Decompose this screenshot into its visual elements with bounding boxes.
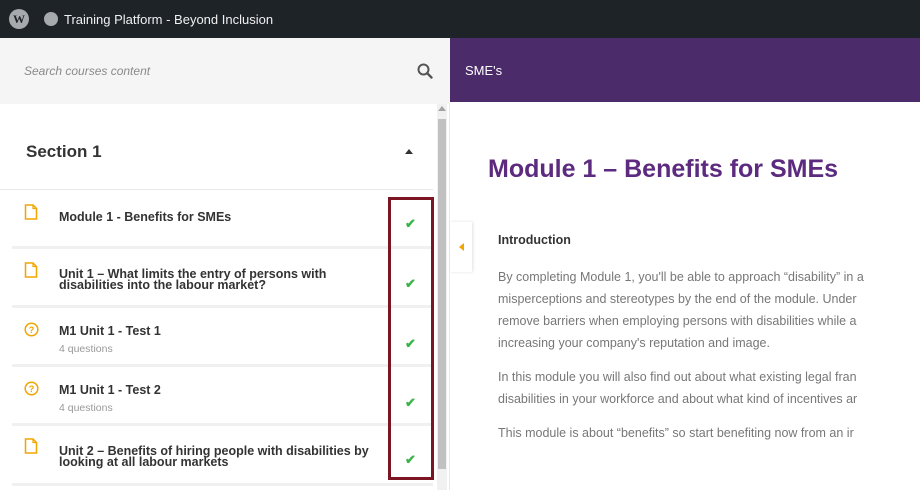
item-title-line2: disabilities into the labour market? [59, 278, 266, 292]
admin-bar: W Training Platform - Beyond Inclusion [0, 0, 920, 38]
course-title-bar: SME's [450, 38, 920, 102]
curriculum-list: Section 1 Module 1 - Benefits for SMEs ✔… [0, 104, 433, 490]
collapse-caret-icon[interactable] [405, 149, 413, 154]
course-name[interactable]: SME's [465, 63, 502, 78]
item-title-line2: looking at all labour markets [59, 455, 229, 469]
item-title: Module 1 - Benefits for SMEs [59, 210, 232, 224]
completion-highlight-box [388, 197, 434, 480]
lesson-title: Module 1 – Benefits for SMEs [488, 155, 839, 183]
paragraph-line: remove barriers when employing persons w… [498, 314, 857, 328]
question-count: 4 questions [59, 402, 113, 414]
lesson-content: Module 1 – Benefits for SMEs Introductio… [488, 102, 920, 490]
question-circle-icon: ? [24, 322, 39, 337]
lesson-item[interactable]: Unit 2 – Benefits of hiring people with … [12, 426, 433, 486]
paragraph-line: In this module you will also find out ab… [498, 370, 857, 384]
paragraph-3: This module is about “benefits” so start… [498, 422, 854, 444]
search-input[interactable] [24, 64, 384, 78]
paragraph-line: disabilities in your workforce and about… [498, 392, 858, 406]
document-icon [24, 262, 38, 278]
sidebar-scrollbar[interactable] [437, 104, 447, 490]
wordpress-icon: W [9, 9, 29, 29]
wordpress-logo-button[interactable]: W [0, 0, 38, 38]
item-title: M1 Unit 1 - Test 1 [59, 324, 161, 338]
caret-left-icon [458, 243, 464, 251]
paragraph-line: This module is about “benefits” so start… [498, 426, 854, 440]
search-bar [0, 38, 450, 104]
site-title-link[interactable]: Training Platform - Beyond Inclusion [64, 12, 273, 27]
section-title: Section 1 [26, 142, 102, 161]
scroll-up-arrow-icon[interactable] [438, 106, 446, 111]
scrollbar-thumb[interactable] [438, 119, 446, 469]
paragraph-line: increasing your company's reputation and… [498, 336, 770, 350]
document-icon [24, 438, 38, 454]
document-icon [24, 204, 38, 220]
paragraph-line: misperceptions and stereotypes by the en… [498, 292, 857, 306]
section-header[interactable]: Section 1 [0, 104, 433, 190]
course-sidebar: Section 1 Module 1 - Benefits for SMEs ✔… [0, 38, 450, 490]
paragraph-2: In this module you will also find out ab… [498, 366, 857, 410]
intro-heading: Introduction [498, 233, 571, 247]
site-icon [44, 12, 58, 26]
search-icon[interactable] [416, 62, 434, 80]
lesson-item[interactable]: Unit 1 – What limits the entry of person… [12, 249, 433, 308]
item-title: M1 Unit 1 - Test 2 [59, 383, 161, 397]
svg-text:?: ? [29, 325, 35, 335]
quiz-item[interactable]: ? M1 Unit 1 - Test 1 4 questions ✔ [12, 308, 433, 367]
question-circle-icon: ? [24, 381, 39, 396]
quiz-item[interactable]: ? M1 Unit 1 - Test 2 4 questions ✔ [12, 367, 433, 426]
paragraph-line: By completing Module 1, you'll be able t… [498, 270, 864, 284]
toggle-sidebar-button[interactable] [450, 222, 472, 272]
paragraph-1: By completing Module 1, you'll be able t… [498, 266, 864, 354]
question-count: 4 questions [59, 343, 113, 355]
lesson-item[interactable]: Module 1 - Benefits for SMEs ✔ [12, 192, 433, 249]
svg-text:?: ? [29, 384, 35, 394]
